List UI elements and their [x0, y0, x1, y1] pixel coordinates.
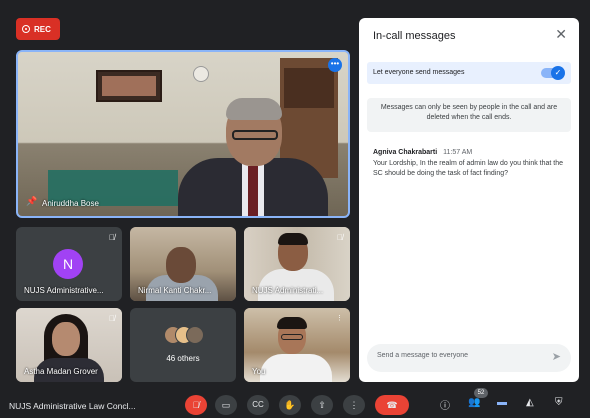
send-icon[interactable]: ➤ — [552, 350, 561, 363]
meeting-name: NUJS Administrative Law Concl... — [9, 401, 136, 411]
wall-clock — [193, 66, 209, 82]
raise-hand-button[interactable]: ✋ — [279, 395, 301, 415]
pin-icon[interactable]: 📌 — [26, 196, 37, 207]
participant-name: Astha Madan Grover — [24, 367, 98, 376]
more-options-icon[interactable]: ⋮ — [336, 314, 343, 322]
chat-panel: In-call messages ✕ Let everyone send mes… — [359, 18, 579, 382]
record-icon — [22, 25, 30, 33]
toggle-label: Let everyone send messages — [373, 69, 465, 76]
participant-tile[interactable]: Nirmal Kanti Chakr... — [130, 227, 236, 301]
participant-name: You — [252, 367, 266, 376]
close-icon[interactable]: ✕ — [555, 26, 567, 43]
participants-count-badge: 52 — [474, 388, 488, 398]
captions-button[interactable]: CC — [247, 395, 269, 415]
participant-tile[interactable]: 🎙̸ N NUJS Administrative... — [16, 227, 122, 301]
end-call-button[interactable]: ☎ — [375, 395, 409, 415]
chat-icon[interactable]: ▬ — [497, 397, 507, 408]
panel-title: In-call messages — [373, 30, 456, 42]
mic-off-icon: 🎙̸ — [337, 233, 343, 242]
others-count: 46 others — [166, 354, 200, 363]
participant-tile[interactable]: 🎙̸ NUJS Administrati... — [244, 227, 350, 301]
mic-off-icon: 🎙̸ — [109, 233, 115, 242]
mic-off-icon: 🎙̸ — [109, 314, 115, 323]
message-sender: Agniva Chakrabarti — [373, 149, 438, 156]
chat-notice: Messages can only be seen by people in t… — [367, 98, 571, 132]
speaker-video — [168, 98, 328, 216]
activities-icon[interactable]: ◭ — [526, 397, 534, 408]
wall-painting — [96, 70, 162, 102]
camera-button[interactable]: ▭ — [215, 395, 237, 415]
more-options-icon[interactable]: ••• — [328, 58, 342, 72]
participant-name: NUJS Administrative... — [24, 286, 104, 295]
host-controls-icon[interactable]: ⛨ — [555, 397, 563, 408]
self-view-tile[interactable]: ⋮ You — [244, 308, 350, 382]
recording-label: REC — [34, 24, 51, 34]
participant-name: NUJS Administrati... — [252, 286, 324, 295]
send-messages-toggle[interactable]: ✓ — [541, 66, 565, 80]
message-composer: ➤ — [367, 344, 571, 372]
others-avatars — [164, 326, 204, 346]
more-options-button[interactable]: ⋮ — [343, 395, 365, 415]
message-time: 11:57 AM — [443, 149, 473, 156]
participant-tile[interactable]: 🎙̸ Astha Madan Grover — [16, 308, 122, 382]
participant-name: Nirmal Kanti Chakr... — [138, 286, 212, 295]
check-icon: ✓ — [551, 66, 565, 80]
present-button[interactable]: ⇧ — [311, 395, 333, 415]
people-icon[interactable]: 52 👥 — [468, 388, 488, 408]
avatar: N — [53, 249, 83, 279]
main-video-tile[interactable]: ••• 📌 Aniruddha Bose — [16, 50, 350, 218]
bottom-toolbar: NUJS Administrative Law Concl... 🎙̸ ▭ CC… — [0, 388, 590, 418]
participant-name: Aniruddha Bose — [42, 199, 99, 208]
recording-indicator: REC — [16, 18, 60, 40]
mic-off-button[interactable]: 🎙̸ — [185, 395, 207, 415]
others-tile[interactable]: 46 others — [130, 308, 236, 382]
message-input[interactable] — [377, 352, 537, 359]
send-permission-row: Let everyone send messages ✓ — [367, 62, 571, 84]
chat-message: Agniva Chakrabarti 11:57 AM Your Lordshi… — [373, 148, 569, 179]
message-text: Your Lordship, In the realm of admin law… — [373, 160, 564, 177]
info-icon[interactable]: ⓘ — [440, 397, 450, 412]
